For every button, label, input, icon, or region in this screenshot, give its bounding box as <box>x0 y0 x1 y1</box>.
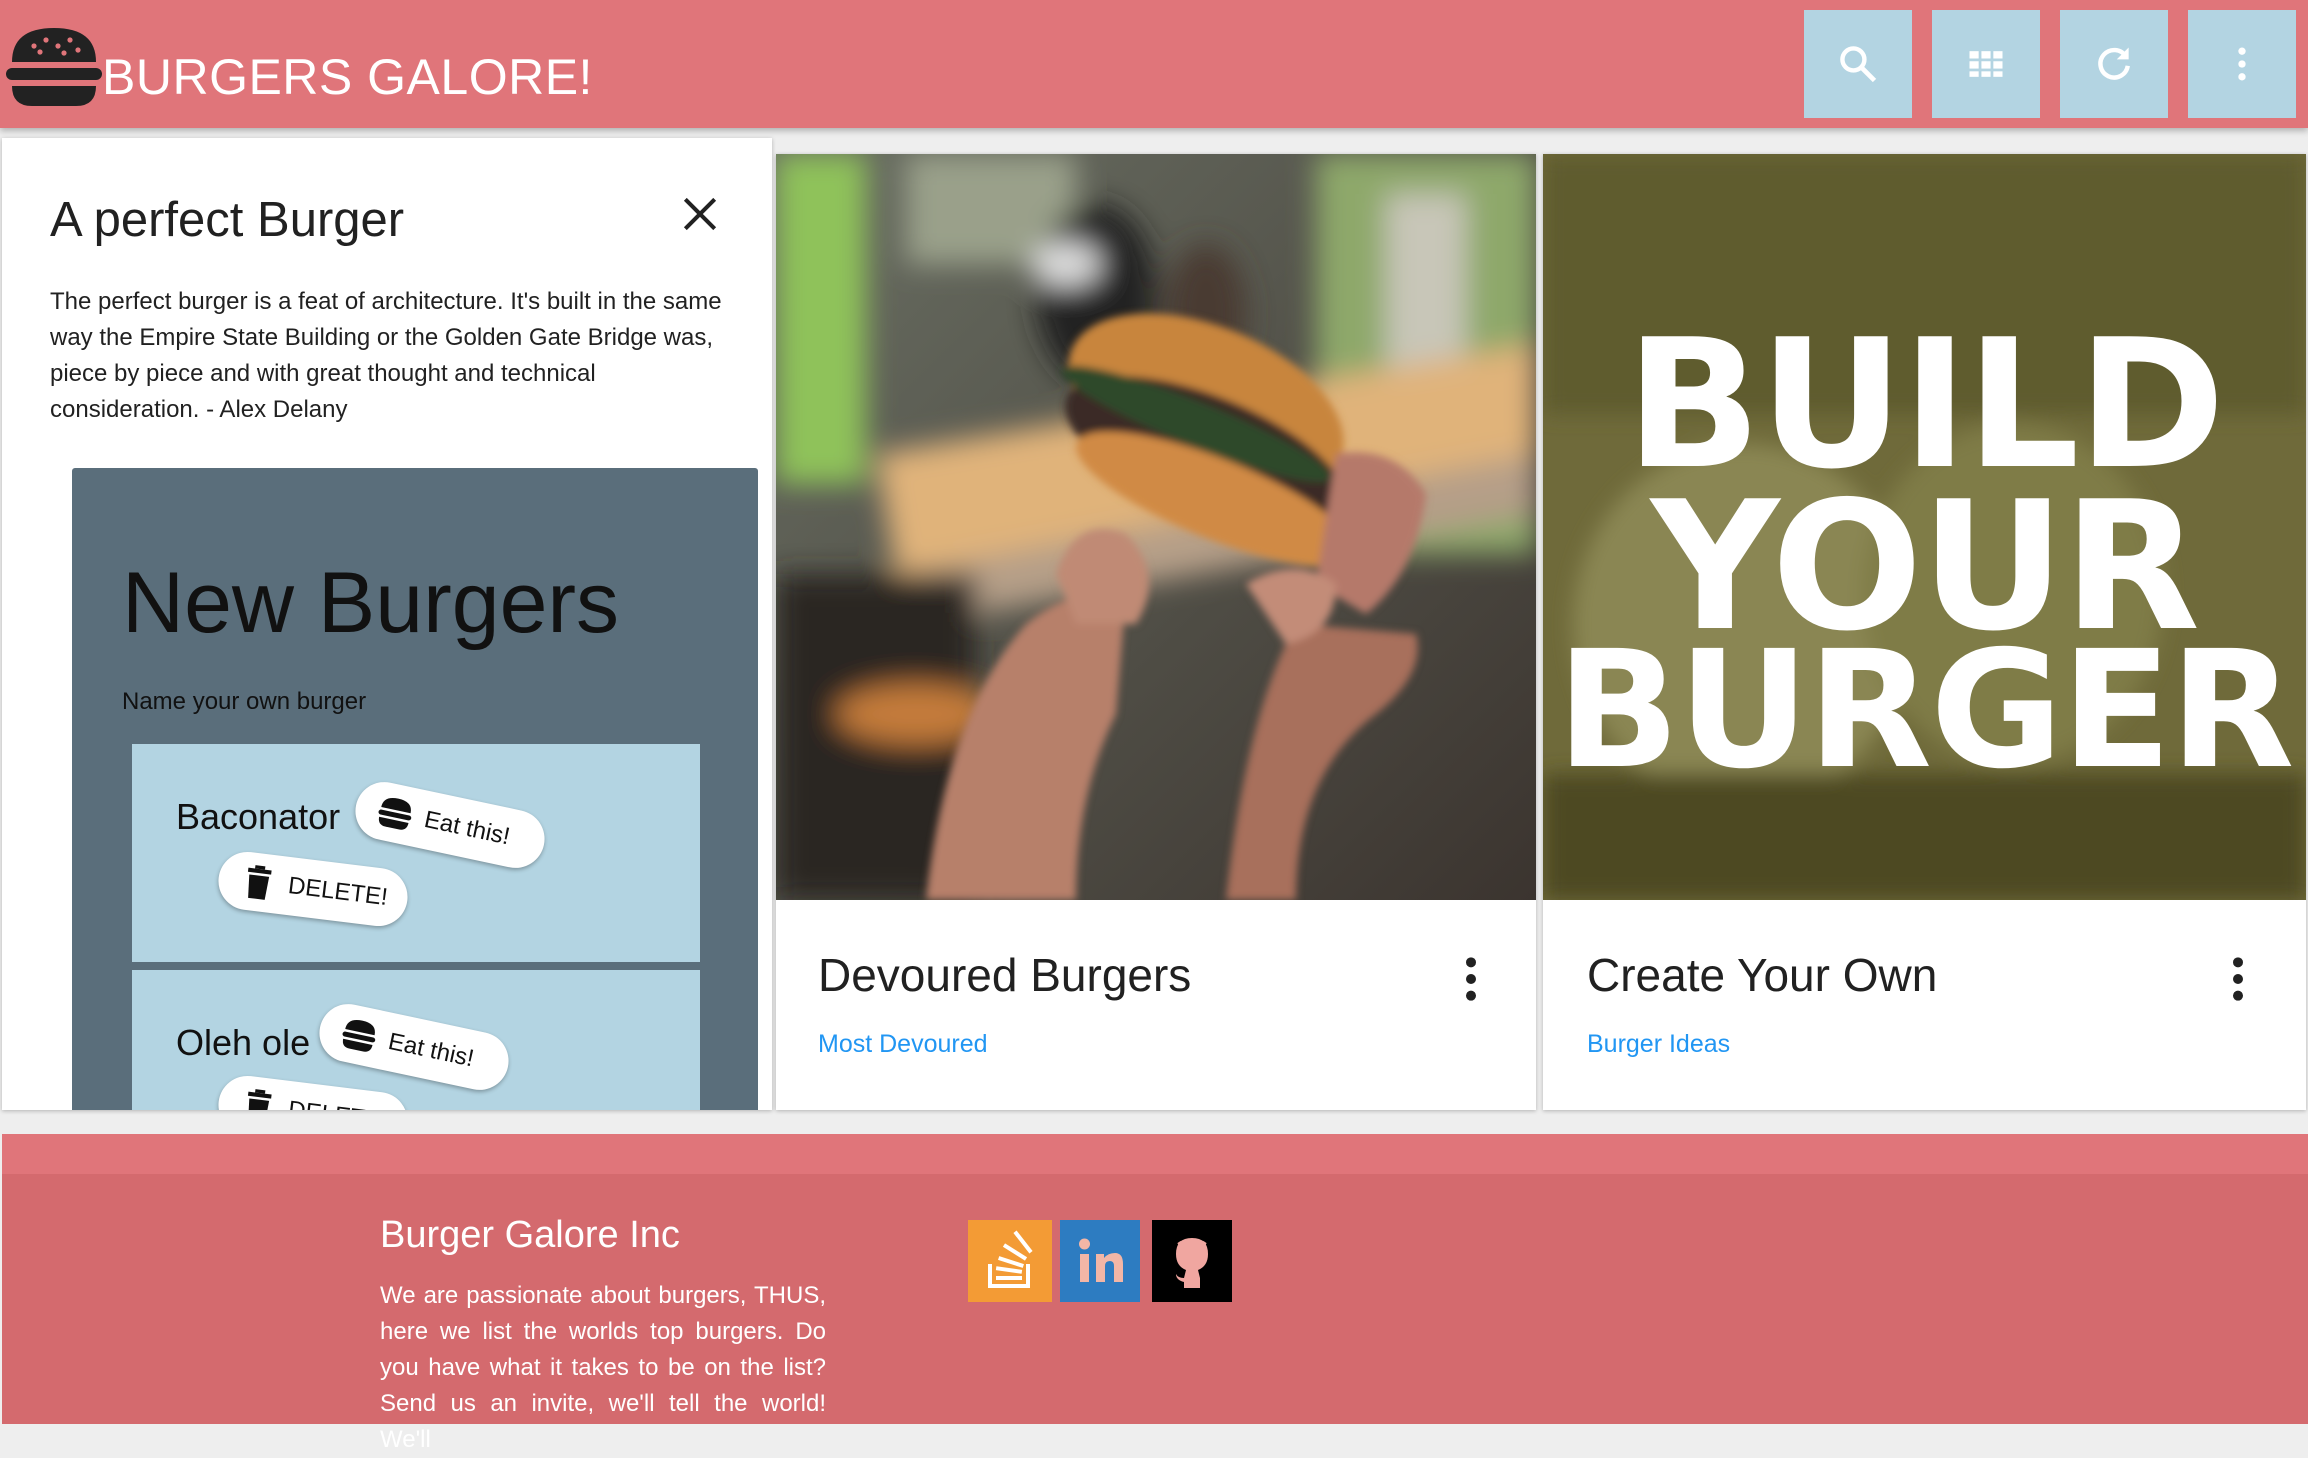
refresh-button[interactable] <box>2060 10 2168 118</box>
burger-photo[interactable] <box>776 154 1536 900</box>
search-button[interactable] <box>1804 10 1912 118</box>
most-devoured-link[interactable]: Most Devoured <box>818 1030 988 1059</box>
footer-text: We are passionate about burgers, THUS, h… <box>380 1282 826 1453</box>
github-icon[interactable] <box>1152 1220 1232 1302</box>
close-icon[interactable] <box>678 192 722 236</box>
grid-view-button[interactable] <box>1932 10 2040 118</box>
eat-this-label: Eat this! <box>421 805 513 851</box>
burger-quote: The perfect burger is a feat of architec… <box>50 288 722 423</box>
new-burgers-title: New Burgers <box>122 555 620 651</box>
card-title[interactable]: Devoured Burgers <box>818 948 1191 1002</box>
delete-button[interactable]: DELETE! <box>215 848 411 930</box>
card-title[interactable]: Create Your Own <box>1587 948 1937 1002</box>
refresh-icon <box>2098 47 2130 80</box>
perfect-burger-card: A perfect Burger The perfect burger is a… <box>2 138 772 1110</box>
eat-this-button[interactable]: Eat this! <box>314 998 514 1096</box>
burger-name: Baconator <box>176 796 341 837</box>
eat-this-button[interactable]: Eat this! <box>350 776 550 874</box>
more-vert-icon <box>2238 47 2246 81</box>
burger-list-item: Oleh ole Eat this! DELETE! <box>132 970 700 1110</box>
delete-label: DELETE! <box>286 872 390 912</box>
app-header: BURGERS GALORE! <box>0 0 2308 128</box>
burger-icon <box>378 798 412 830</box>
burger-ideas-link[interactable]: Burger Ideas <box>1587 1030 1730 1059</box>
create-your-own-card: BUILD YOUR BURGER Create Your Own Burger… <box>1543 154 2306 1110</box>
more-vert-icon[interactable] <box>1456 954 1486 1004</box>
more-vert-icon[interactable] <box>2223 954 2253 1004</box>
burger-icon <box>342 1020 376 1052</box>
trash-icon <box>247 865 272 900</box>
stackoverflow-icon[interactable] <box>968 1220 1052 1302</box>
burger-name: Oleh ole <box>176 1022 311 1063</box>
card-reveal-title: A perfect Burger <box>50 193 405 247</box>
burger-photo-image <box>776 154 1536 900</box>
new-burgers-subtitle: Name your own burger <box>122 688 367 715</box>
poster-line: BURGER <box>1556 617 2294 805</box>
search-icon <box>1840 46 1877 83</box>
page-footer: Burger Galore Inc We are passionate abou… <box>2 1134 2308 1453</box>
build-your-burger-poster[interactable]: BUILD YOUR BURGER <box>1543 154 2306 900</box>
brand-title[interactable]: BURGERS GALORE! <box>102 48 593 106</box>
delete-label: DELETE! <box>286 1096 390 1110</box>
linkedin-icon[interactable] <box>1060 1220 1140 1302</box>
burger-logo-icon <box>6 28 102 106</box>
trash-icon <box>247 1089 272 1110</box>
devoured-burgers-card: Devoured Burgers Most Devoured <box>776 154 1536 1110</box>
footer-title: Burger Galore Inc <box>380 1214 680 1256</box>
delete-button[interactable]: DELETE! <box>215 1072 411 1110</box>
burger-list-item: Baconator Eat this! DELETE! <box>132 744 700 962</box>
grid-icon <box>1969 51 2003 77</box>
new-burgers-panel: New Burgers Name your own burger Baconat… <box>72 468 758 1110</box>
footer-band <box>2 1134 2308 1174</box>
eat-this-label: Eat this! <box>385 1027 477 1073</box>
more-menu-button[interactable] <box>2188 10 2296 118</box>
